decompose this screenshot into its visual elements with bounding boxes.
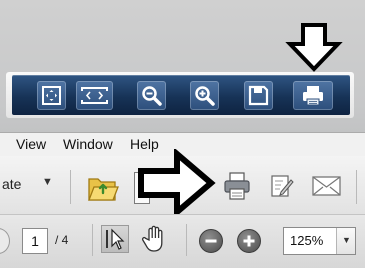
select-tool-button[interactable] [101,225,129,253]
cursor-icon [106,228,125,250]
print-icon[interactable] [221,170,253,202]
zoom-out-button[interactable] [137,81,166,110]
chevron-down-icon: ▼ [342,235,351,245]
nav-divider [92,224,93,256]
create-caret-icon: ▼ [42,176,53,188]
zoom-out-round-button[interactable] [199,229,223,253]
zoom-in-round-button[interactable] [237,229,261,253]
save-button[interactable] [244,81,273,110]
down-arrow-icon [285,23,343,72]
toolbar-divider [70,170,71,204]
zoom-in-button[interactable] [190,81,219,110]
print-button[interactable] [293,81,333,110]
page-number-input[interactable]: 1 [22,228,48,254]
zoom-dropdown-button[interactable]: ▼ [336,228,355,254]
zoom-in-icon [195,86,215,106]
nav-divider-2 [186,224,187,256]
zoom-out-icon [142,86,162,106]
email-icon[interactable] [311,174,343,198]
print-icon [303,86,323,106]
right-arrow-icon [138,149,216,217]
page-total: / 4 [55,233,69,247]
create-button[interactable]: ate ▼ [0,172,60,198]
save-icon [248,85,269,106]
fit-width-button[interactable] [76,81,113,110]
fit-page-icon [42,86,61,105]
toolbar-divider-right [356,170,357,204]
create-label: ate [2,176,22,192]
plus-icon [243,235,255,247]
zoom-value: 125% [290,233,324,248]
edit-icon[interactable] [268,172,296,200]
menu-item-window[interactable]: Window [63,136,113,152]
menu-item-view[interactable]: View [16,136,46,152]
zoom-level-select[interactable]: 125% ▼ [283,227,356,255]
fit-page-button[interactable] [37,81,66,110]
fit-width-icon [81,87,108,104]
open-folder-icon[interactable] [86,170,120,204]
hand-icon[interactable] [141,224,169,254]
minus-icon [205,239,217,243]
